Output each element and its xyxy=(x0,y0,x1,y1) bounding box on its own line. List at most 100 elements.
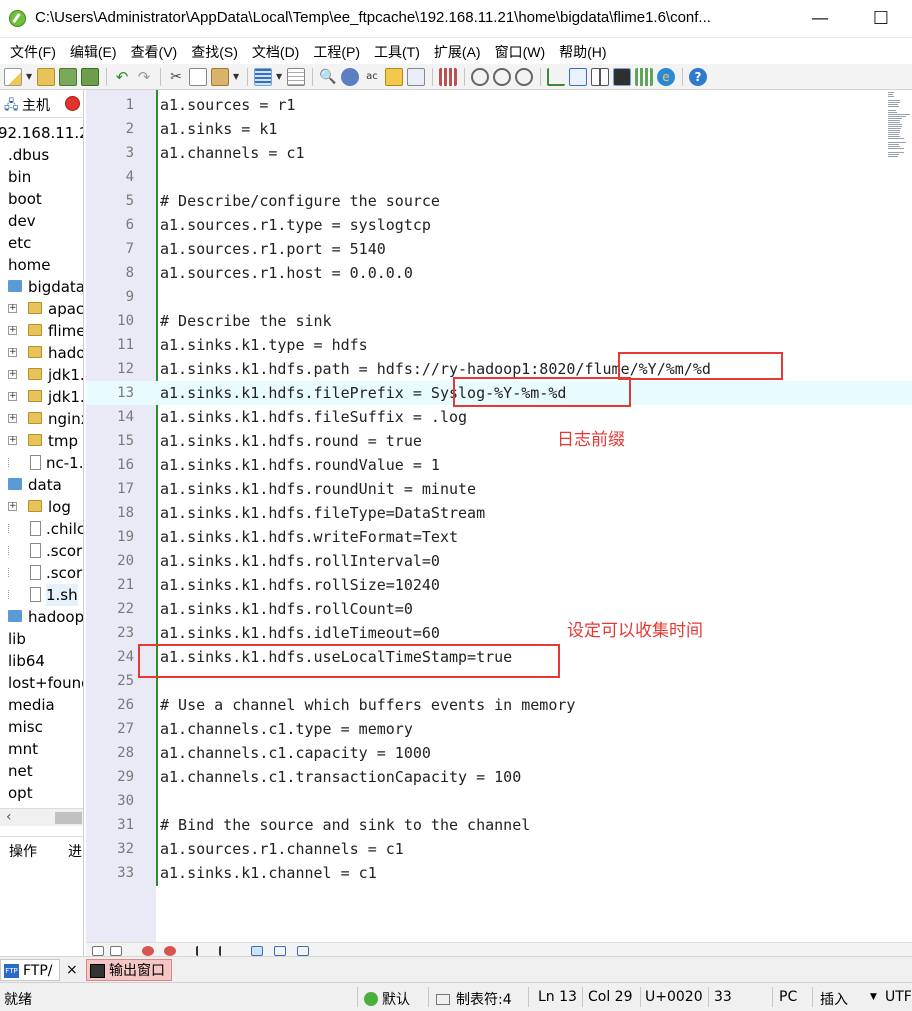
split-icon[interactable] xyxy=(591,67,609,86)
tree-item[interactable]: bigdata xyxy=(0,276,83,298)
macro-list-icon[interactable] xyxy=(515,67,533,86)
tree-item[interactable]: bin xyxy=(0,166,83,188)
scroll-thumb[interactable] xyxy=(55,812,82,824)
find-in-files-icon[interactable] xyxy=(385,67,403,86)
code-line[interactable]: 8 a1.sources.r1.host = 0.0.0.0 xyxy=(86,261,912,285)
code-text[interactable]: a1.sources.r1.channels = c1 xyxy=(160,837,404,861)
code-text[interactable]: a1.sinks.k1.hdfs.roundValue = 1 xyxy=(160,453,440,477)
menu-file[interactable]: 文件(F) xyxy=(3,38,63,64)
status-encoding[interactable]: UTF xyxy=(885,989,912,1005)
disconnect-icon[interactable] xyxy=(65,96,80,111)
code-line[interactable]: 15 a1.sinks.k1.hdfs.round = true xyxy=(86,429,912,453)
output-wrap-icon[interactable] xyxy=(251,946,263,956)
help-icon[interactable]: ? xyxy=(689,67,707,86)
code-line[interactable]: 23 a1.sinks.k1.hdfs.idleTimeout=60 xyxy=(86,621,912,645)
output-stop-icon[interactable] xyxy=(142,946,154,956)
tree-item[interactable]: opt xyxy=(0,782,83,804)
code-line[interactable]: 4 xyxy=(86,165,912,189)
menu-view[interactable]: 查看(V) xyxy=(124,38,185,64)
tree-item[interactable]: + jdk1. xyxy=(0,364,83,386)
code-line[interactable]: 26 # Use a channel which buffers events i… xyxy=(86,693,912,717)
menu-edit[interactable]: 编辑(E) xyxy=(63,38,124,64)
tree-item[interactable]: + log xyxy=(0,496,83,518)
replace-icon[interactable]: ac xyxy=(363,68,381,86)
minimize-button[interactable]: — xyxy=(800,5,840,33)
expand-icon[interactable]: + xyxy=(8,414,17,423)
menu-help[interactable]: 帮助(H) xyxy=(552,38,613,64)
expand-icon[interactable] xyxy=(8,568,17,577)
select-all-icon[interactable] xyxy=(407,67,425,86)
code-line[interactable]: 9 xyxy=(86,285,912,309)
code-line[interactable]: 21 a1.sinks.k1.hdfs.rollSize=10240 xyxy=(86,573,912,597)
open-folder-icon[interactable] xyxy=(37,67,55,86)
status-encoding-scheme[interactable]: 默认 xyxy=(364,989,410,1009)
tree-item[interactable]: data xyxy=(0,474,83,496)
tree-item[interactable]: + nginx xyxy=(0,408,83,430)
code-text[interactable]: # Describe the sink xyxy=(160,309,332,333)
find-icon[interactable]: 🔍 xyxy=(319,68,337,86)
scroll-left-icon[interactable]: ‹ xyxy=(6,809,12,825)
save-icon[interactable] xyxy=(59,67,77,86)
code-text[interactable]: a1.sinks = k1 xyxy=(160,117,277,141)
tree-item[interactable]: mnt xyxy=(0,738,83,760)
menu-document[interactable]: 文档(D) xyxy=(245,38,306,64)
code-text[interactable]: a1.sources.r1.type = syslogtcp xyxy=(160,213,431,237)
tree-item[interactable]: lib64 xyxy=(0,650,83,672)
status-line-ending[interactable]: PC xyxy=(779,989,797,1005)
tree-item[interactable]: nc-1. xyxy=(0,452,83,474)
code-line[interactable]: 16 a1.sinks.k1.hdfs.roundValue = 1 xyxy=(86,453,912,477)
expand-icon[interactable]: + xyxy=(8,304,17,313)
tree-item[interactable]: lost+found xyxy=(0,672,83,694)
code-text[interactable]: # Use a channel which buffers events in … xyxy=(160,693,575,717)
code-text[interactable]: a1.channels = c1 xyxy=(160,141,305,165)
code-line[interactable]: 11 a1.sinks.k1.type = hdfs xyxy=(86,333,912,357)
status-insert-mode[interactable]: 插入 xyxy=(820,989,848,1009)
code-line[interactable]: 29 a1.channels.c1.transactionCapacity = 1… xyxy=(86,765,912,789)
expand-icon[interactable]: + xyxy=(8,348,17,357)
menu-project[interactable]: 工程(P) xyxy=(306,38,367,64)
code-lines[interactable]: 1 a1.sources = r1 2 a1.sinks = k1 3 a1.channe… xyxy=(86,93,912,885)
output-copy-icon[interactable] xyxy=(110,946,122,956)
code-line[interactable]: 33 a1.sinks.k1.channel = c1 xyxy=(86,861,912,885)
macro-play-icon[interactable] xyxy=(493,67,511,86)
code-text[interactable]: # Describe/configure the source xyxy=(160,189,440,213)
find-next-icon[interactable] xyxy=(341,67,359,86)
output-prev-icon[interactable] xyxy=(219,946,231,956)
macro-record-icon[interactable] xyxy=(471,67,489,86)
word-wrap-icon[interactable] xyxy=(254,67,272,86)
expand-icon[interactable] xyxy=(8,590,17,599)
expand-icon[interactable]: + xyxy=(8,370,17,379)
code-text[interactable]: a1.sinks.k1.channel = c1 xyxy=(160,861,377,885)
output-panel-icon[interactable] xyxy=(274,946,286,956)
tree-view-icon[interactable] xyxy=(547,67,565,86)
copy-icon[interactable] xyxy=(189,67,207,86)
redo-icon[interactable]: ↷ xyxy=(135,68,153,86)
menu-extensions[interactable]: 扩展(A) xyxy=(427,38,488,64)
table-icon[interactable] xyxy=(635,67,653,86)
code-line[interactable]: 7 a1.sources.r1.port = 5140 xyxy=(86,237,912,261)
undo-icon[interactable]: ↶ xyxy=(113,68,131,86)
code-line[interactable]: 22 a1.sinks.k1.hdfs.rollCount=0 xyxy=(86,597,912,621)
tree-item[interactable]: + apacl xyxy=(0,298,83,320)
panel-icon[interactable] xyxy=(569,67,587,86)
dropdown-arrow-icon[interactable]: ▼ xyxy=(233,68,240,86)
code-text[interactable]: a1.sinks.k1.hdfs.rollCount=0 xyxy=(160,597,413,621)
output-window-icon[interactable] xyxy=(613,67,631,86)
file-tree[interactable]: 92.168.11.2 .dbus bin boot dev etc home bigdata… xyxy=(0,122,83,804)
tree-item[interactable]: + tmp xyxy=(0,430,83,452)
tree-item[interactable]: lib xyxy=(0,628,83,650)
code-text[interactable]: a1.sinks.k1.hdfs.idleTimeout=60 xyxy=(160,621,440,645)
code-text[interactable]: a1.channels.c1.type = memory xyxy=(160,717,413,741)
code-text[interactable]: a1.sinks.k1.hdfs.round = true xyxy=(160,429,422,453)
code-text[interactable]: a1.channels.c1.capacity = 1000 xyxy=(160,741,431,765)
code-line[interactable]: 31 # Bind the source and sink to the chan… xyxy=(86,813,912,837)
output-next-icon[interactable] xyxy=(196,946,208,956)
output-save-icon[interactable] xyxy=(92,946,104,956)
tab-operations[interactable]: 操作 xyxy=(9,841,37,861)
new-file-icon[interactable] xyxy=(4,67,22,86)
code-line[interactable]: 18 a1.sinks.k1.hdfs.fileType=DataStream xyxy=(86,501,912,525)
expand-icon[interactable] xyxy=(8,546,17,555)
code-text[interactable]: a1.sinks.k1.hdfs.roundUnit = minute xyxy=(160,477,476,501)
tree-item[interactable]: misc xyxy=(0,716,83,738)
code-line[interactable]: 28 a1.channels.c1.capacity = 1000 xyxy=(86,741,912,765)
